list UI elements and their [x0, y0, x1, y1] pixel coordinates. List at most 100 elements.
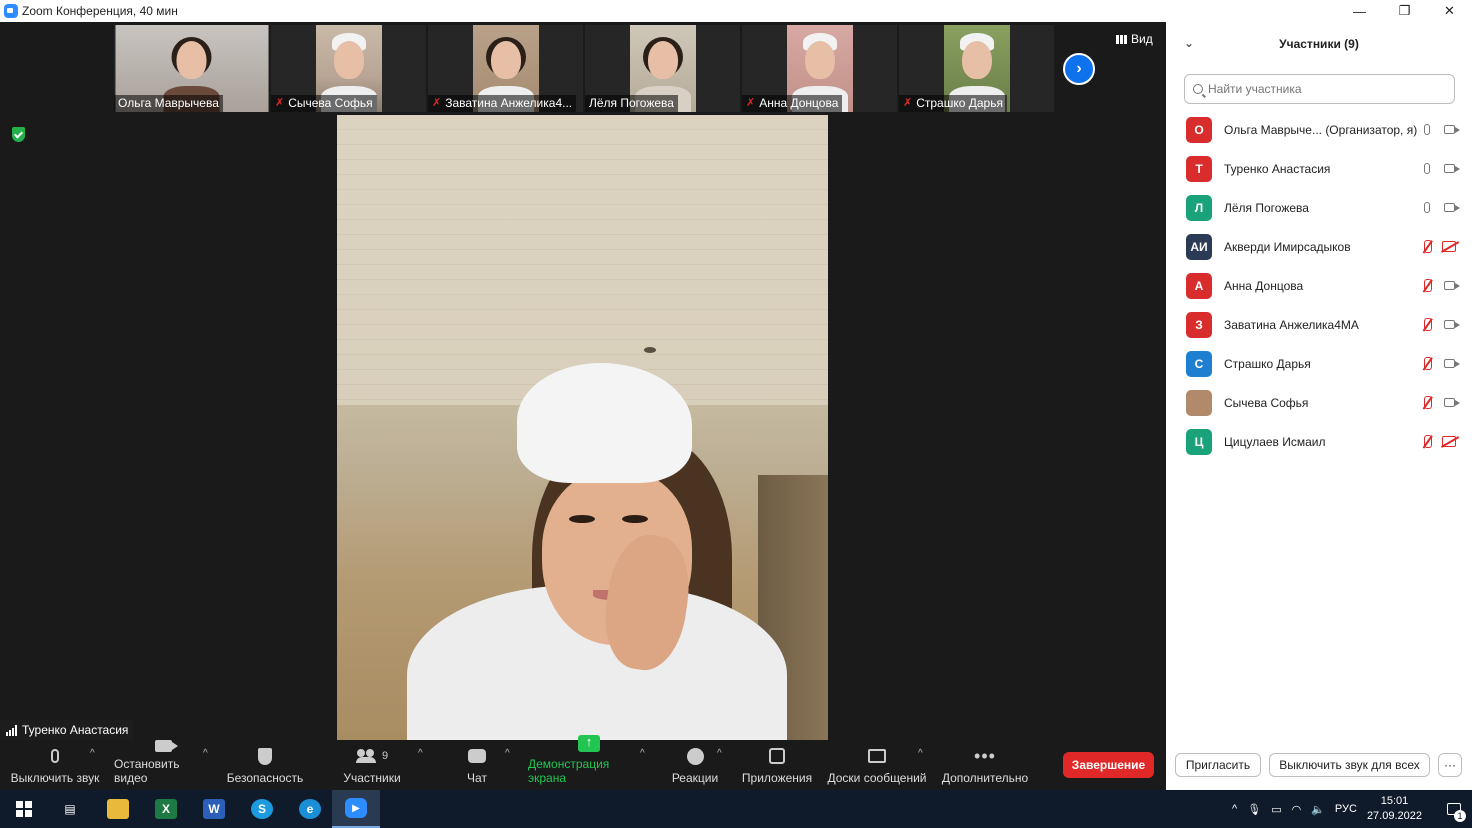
participant-row[interactable]: Ц Цицулаев Исмаил: [1166, 422, 1472, 461]
whiteboards-options-caret[interactable]: ^: [918, 748, 923, 759]
view-button[interactable]: Вид: [1116, 32, 1153, 46]
video-camera-icon[interactable]: [1440, 123, 1460, 137]
mute-button[interactable]: Выключить звук: [10, 740, 100, 790]
chevron-up-icon[interactable]: ^: [1232, 803, 1237, 815]
minimize-button[interactable]: —: [1337, 0, 1382, 22]
participant-row[interactable]: О Ольга Маврыче... (Организатор, я): [1166, 110, 1472, 149]
participant-row[interactable]: Л Лёля Погожева: [1166, 188, 1472, 227]
microphone-tray-icon[interactable]: 🎙: [1247, 803, 1261, 816]
language-indicator[interactable]: РУС: [1335, 803, 1357, 815]
microphone-muted-icon[interactable]: [1421, 239, 1433, 255]
video-options-caret[interactable]: ^: [203, 748, 208, 759]
participants-icon: [355, 749, 376, 763]
participants-options-caret[interactable]: ^: [418, 748, 423, 759]
volume-icon[interactable]: 🔈: [1311, 803, 1325, 816]
participant-name: Сычева Софья: [1224, 395, 1309, 410]
participant-row[interactable]: А Анна Донцова: [1166, 266, 1472, 305]
task-view-icon: ▤: [64, 802, 76, 816]
video-thumbnail[interactable]: ✗ Заватина Анжелика4...: [428, 25, 583, 112]
chat-options-caret[interactable]: ^: [505, 748, 510, 759]
invite-button[interactable]: Пригласить: [1175, 753, 1261, 777]
title-bar: Zoom Конференция, 40 мин — ❐ ✕: [0, 0, 1472, 22]
apps-button[interactable]: Приложения: [741, 740, 813, 790]
thumbnail-name: Ольга Маврычева: [118, 96, 219, 110]
video-area: Ольга Маврычева ✗ Сычева Софья ✗ Заватина …: [0, 22, 1165, 740]
wifi-icon[interactable]: ◠: [1292, 803, 1302, 816]
reactions-button[interactable]: Реакции: [672, 740, 718, 790]
video-camera-icon[interactable]: [1440, 162, 1460, 176]
close-button[interactable]: ✕: [1427, 0, 1472, 22]
security-button[interactable]: Безопасность: [227, 740, 303, 790]
video-camera-icon[interactable]: [1440, 318, 1460, 332]
microphone-icon[interactable]: [1421, 200, 1433, 216]
zoom-window: Zoom Конференция, 40 мин — ❐ ✕ Ольга Мав…: [0, 0, 1472, 828]
whiteboards-button[interactable]: Доски сообщений: [827, 740, 927, 790]
next-page-button[interactable]: ›: [1063, 53, 1095, 85]
participant-row[interactable]: Т Туренко Анастасия: [1166, 149, 1472, 188]
microphone-muted-icon[interactable]: [1421, 395, 1433, 411]
taskbar-file-explorer[interactable]: [94, 790, 142, 828]
video-camera-icon[interactable]: [1440, 357, 1460, 371]
chat-button[interactable]: Чат: [462, 740, 492, 790]
participant-row[interactable]: С Страшко Дарья: [1166, 344, 1472, 383]
more-button[interactable]: ••• Дополнительно: [942, 740, 1028, 790]
video-thumbnail[interactable]: ✗ Страшко Дарья: [899, 25, 1054, 112]
audio-options-caret[interactable]: ^: [90, 748, 95, 759]
security-shield-icon: [258, 747, 272, 765]
microphone-muted-icon[interactable]: [1421, 356, 1433, 372]
clock[interactable]: 15:01 27.09.2022: [1367, 794, 1422, 824]
restore-button[interactable]: ❐: [1382, 0, 1427, 22]
system-tray: ^ 🎙 ▭ ◠ 🔈 РУС 15:01 27.09.2022 1: [1232, 790, 1472, 828]
clock-time: 15:01: [1380, 795, 1409, 807]
taskbar-zoom[interactable]: ▶: [332, 790, 380, 828]
taskbar-skype[interactable]: S: [238, 790, 286, 828]
grid-view-icon: [1116, 34, 1127, 44]
video-camera-icon[interactable]: [1440, 201, 1460, 215]
share-screen-button[interactable]: Демонстрация экрана: [528, 734, 650, 790]
participant-search-input[interactable]: [1208, 82, 1438, 96]
participant-row[interactable]: З Заватина Анжелика4МА: [1166, 305, 1472, 344]
task-view-button[interactable]: ▤: [46, 790, 94, 828]
collapse-panel-chevron-icon[interactable]: ⌄: [1184, 36, 1194, 50]
participant-search[interactable]: [1184, 74, 1455, 104]
video-thumbnail[interactable]: ✗ Анна Донцова: [742, 25, 897, 112]
microphone-muted-icon[interactable]: [1421, 434, 1433, 450]
microphone-icon[interactable]: [1421, 161, 1433, 177]
participant-row[interactable]: Сычева Софья: [1166, 383, 1472, 422]
share-options-caret[interactable]: ^: [640, 748, 645, 759]
microphone-icon: [51, 749, 59, 763]
participants-button[interactable]: 9 Участники: [343, 740, 401, 790]
encryption-shield-icon[interactable]: [12, 127, 25, 142]
share-screen-icon: [578, 734, 600, 752]
end-meeting-button[interactable]: Завершение: [1063, 752, 1154, 778]
video-camera-off-icon[interactable]: [1440, 240, 1458, 254]
taskbar-word[interactable]: W: [190, 790, 238, 828]
video-camera-off-icon[interactable]: [1440, 435, 1458, 449]
panel-more-button[interactable]: ···: [1438, 753, 1462, 777]
video-thumbnail[interactable]: ✗ Сычева Софья: [271, 25, 426, 112]
notifications-button[interactable]: 1: [1436, 790, 1472, 828]
video-thumbnail[interactable]: Ольга Маврычева: [114, 25, 269, 112]
mute-all-button[interactable]: Выключить звук для всех: [1269, 753, 1430, 777]
participant-list: О Ольга Маврыче... (Организатор, я) Т Турен…: [1166, 110, 1472, 461]
avatar: [1186, 389, 1212, 416]
microphone-icon[interactable]: [1421, 122, 1433, 138]
avatar: АИ: [1186, 233, 1212, 260]
active-speaker-video[interactable]: [337, 115, 828, 740]
taskbar-excel[interactable]: X: [142, 790, 190, 828]
participant-row[interactable]: АИ Акверди Имирсадыков: [1166, 227, 1472, 266]
participant-name: Ольга Маврыче... (Организатор, я): [1224, 122, 1418, 137]
taskbar-edge[interactable]: e: [286, 790, 334, 828]
excel-icon: X: [155, 799, 177, 819]
microphone-muted-icon[interactable]: [1421, 278, 1433, 294]
start-button[interactable]: [0, 790, 48, 828]
stop-video-button[interactable]: Остановить видео: [114, 740, 213, 790]
video-camera-icon[interactable]: [1440, 396, 1460, 410]
thumbnail-name: Страшко Дарья: [916, 96, 1003, 110]
microphone-muted-icon[interactable]: [1421, 317, 1433, 333]
battery-icon[interactable]: ▭: [1271, 803, 1281, 816]
reactions-options-caret[interactable]: ^: [717, 748, 722, 759]
video-camera-icon[interactable]: [1440, 279, 1460, 293]
avatar: З: [1186, 311, 1212, 338]
video-thumbnail[interactable]: Лёля Погожева: [585, 25, 740, 112]
